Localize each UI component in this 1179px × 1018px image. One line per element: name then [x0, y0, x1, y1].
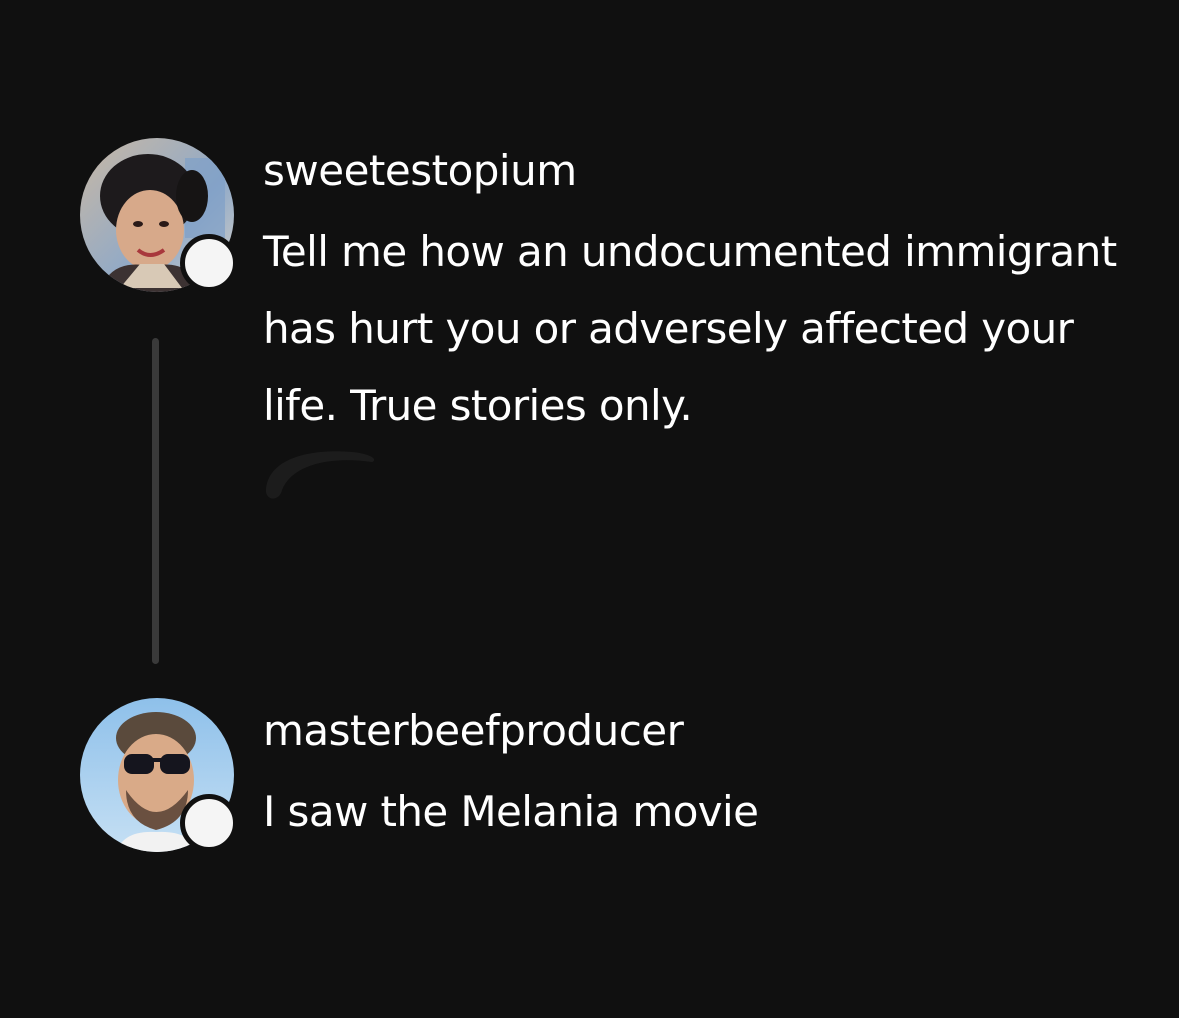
thread-connector-line	[152, 338, 159, 664]
follow-badge-icon[interactable]	[180, 794, 238, 852]
post-body-text: I saw the Melania movie	[263, 787, 759, 836]
faded-action-icon	[266, 451, 375, 499]
post-username[interactable]: masterbeefproducer	[263, 706, 684, 756]
post-username[interactable]: sweetestopium	[263, 146, 577, 196]
avatar-wrap-sweetestopium[interactable]	[80, 138, 238, 294]
post-body-text: Tell me how an undocumented immigrant ha…	[263, 227, 1117, 430]
avatar-wrap-masterbeefproducer[interactable]	[80, 698, 238, 854]
follow-badge-icon[interactable]	[180, 234, 238, 292]
